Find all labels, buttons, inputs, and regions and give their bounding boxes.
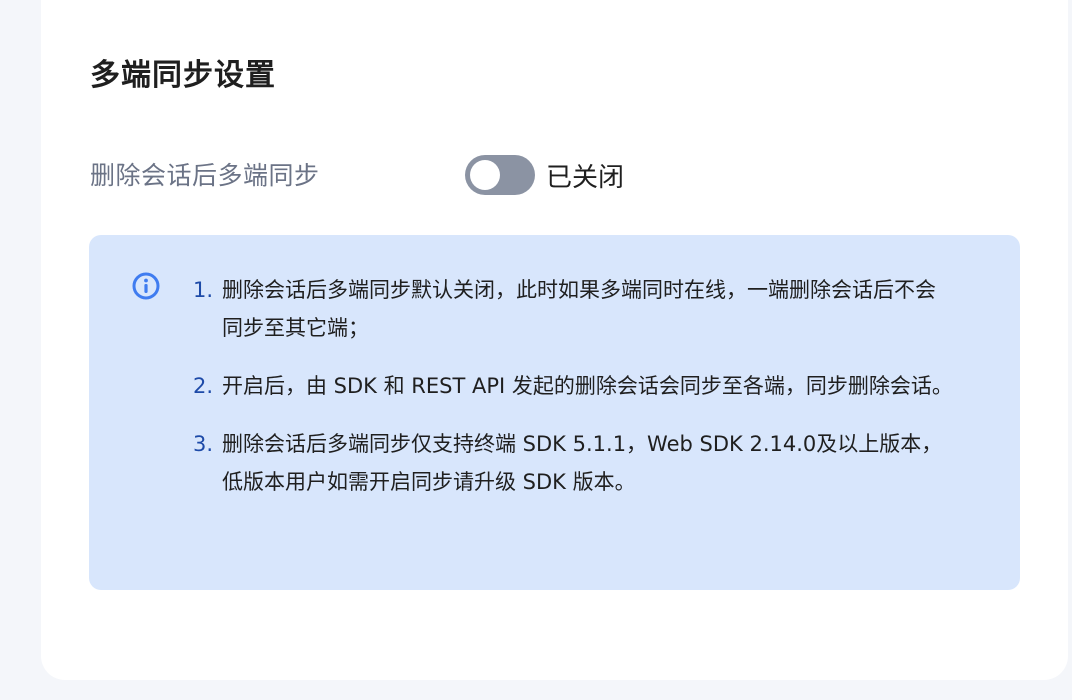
note-item: 2. 开启后，由 SDK 和 REST API 发起的删除会话会同步至各端，同步…	[193, 367, 953, 405]
note-item: 1. 删除会话后多端同步默认关闭，此时如果多端同时在线，一端删除会话后不会同步至…	[193, 271, 953, 347]
switch-knob	[470, 160, 500, 190]
setting-label: 删除会话后多端同步	[90, 161, 320, 190]
note-number: 2.	[193, 374, 214, 398]
info-notice: 1. 删除会话后多端同步默认关闭，此时如果多端同时在线，一端删除会话后不会同步至…	[89, 235, 1020, 590]
switch-state-text: 已关闭	[546, 163, 625, 193]
sync-toggle-switch[interactable]	[465, 155, 535, 195]
note-number: 3.	[193, 432, 214, 456]
setting-row-delete-sync: 删除会话后多端同步 已关闭	[90, 150, 790, 200]
note-text: 删除会话后多端同步默认关闭，此时如果多端同时在线，一端删除会话后不会同步至其它端…	[222, 278, 936, 340]
note-item: 3. 删除会话后多端同步仅支持终端 SDK 5.1.1，Web SDK 2.14…	[193, 425, 953, 501]
info-circle-icon	[132, 272, 160, 300]
note-number: 1.	[193, 278, 214, 302]
settings-card: 多端同步设置 删除会话后多端同步 已关闭 1. 删除会话后多端同步默认关闭，此时…	[41, 0, 1068, 680]
note-text: 删除会话后多端同步仅支持终端 SDK 5.1.1，Web SDK 2.14.0及…	[222, 432, 943, 494]
notes-list: 1. 删除会话后多端同步默认关闭，此时如果多端同时在线，一端删除会话后不会同步至…	[193, 271, 953, 521]
page-title: 多端同步设置	[90, 58, 276, 93]
note-text: 开启后，由 SDK 和 REST API 发起的删除会话会同步至各端，同步删除会…	[222, 374, 953, 398]
